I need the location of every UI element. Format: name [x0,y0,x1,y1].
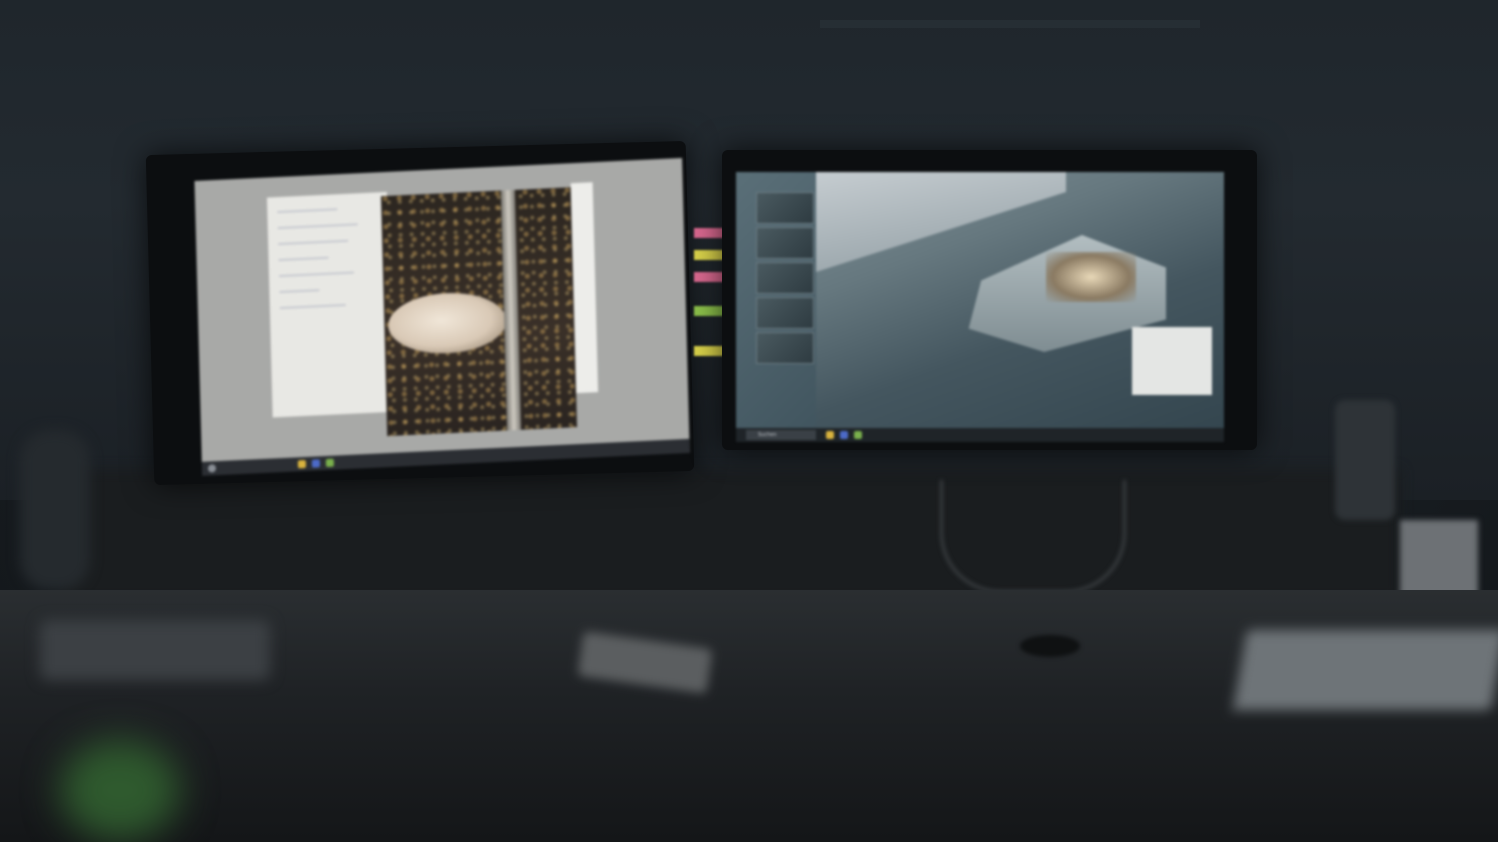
container-contents [1046,252,1136,302]
camera-thumbnail[interactable] [756,227,814,259]
info-panel [1132,327,1212,395]
phone-stand [1335,400,1395,520]
building-wall [816,172,1066,272]
left-taskbar [201,438,690,476]
app-icon [325,458,334,468]
right-screen: Suchen [736,172,1224,442]
green-object [60,740,180,840]
search-input[interactable] [746,430,816,440]
browser-icon [311,459,321,468]
left-monitor [145,140,695,486]
app-icon [854,431,862,439]
desk-back-cables [60,470,1400,600]
camera-thumbnail[interactable] [756,192,814,224]
browser-icon [840,431,848,439]
shelf [820,20,1200,28]
camera-thumbnail[interactable] [756,262,814,294]
right-monitor: Suchen [722,150,1257,450]
right-taskbar: Suchen [736,428,1224,442]
folder-icon [297,459,307,469]
photo-scene: Suchen [0,0,1498,842]
side-panel [570,182,599,394]
cable-box [40,620,270,680]
left-object [20,430,90,590]
monitor-stand [940,480,1126,593]
camera-thumbnail[interactable] [756,332,814,364]
file-explorer-window [266,191,393,418]
mouse [1020,635,1080,657]
left-screen [194,157,690,476]
camera-thumbnail[interactable] [756,297,814,329]
search-placeholder: Suchen [758,432,777,438]
hand-image [387,290,508,356]
windows-start-icon [207,464,217,473]
camera-thumbnails[interactable] [756,192,814,367]
folder-icon [826,431,834,439]
photo-viewer-window [380,187,578,437]
pole-image [500,189,522,431]
paper-sheet [1232,630,1498,710]
